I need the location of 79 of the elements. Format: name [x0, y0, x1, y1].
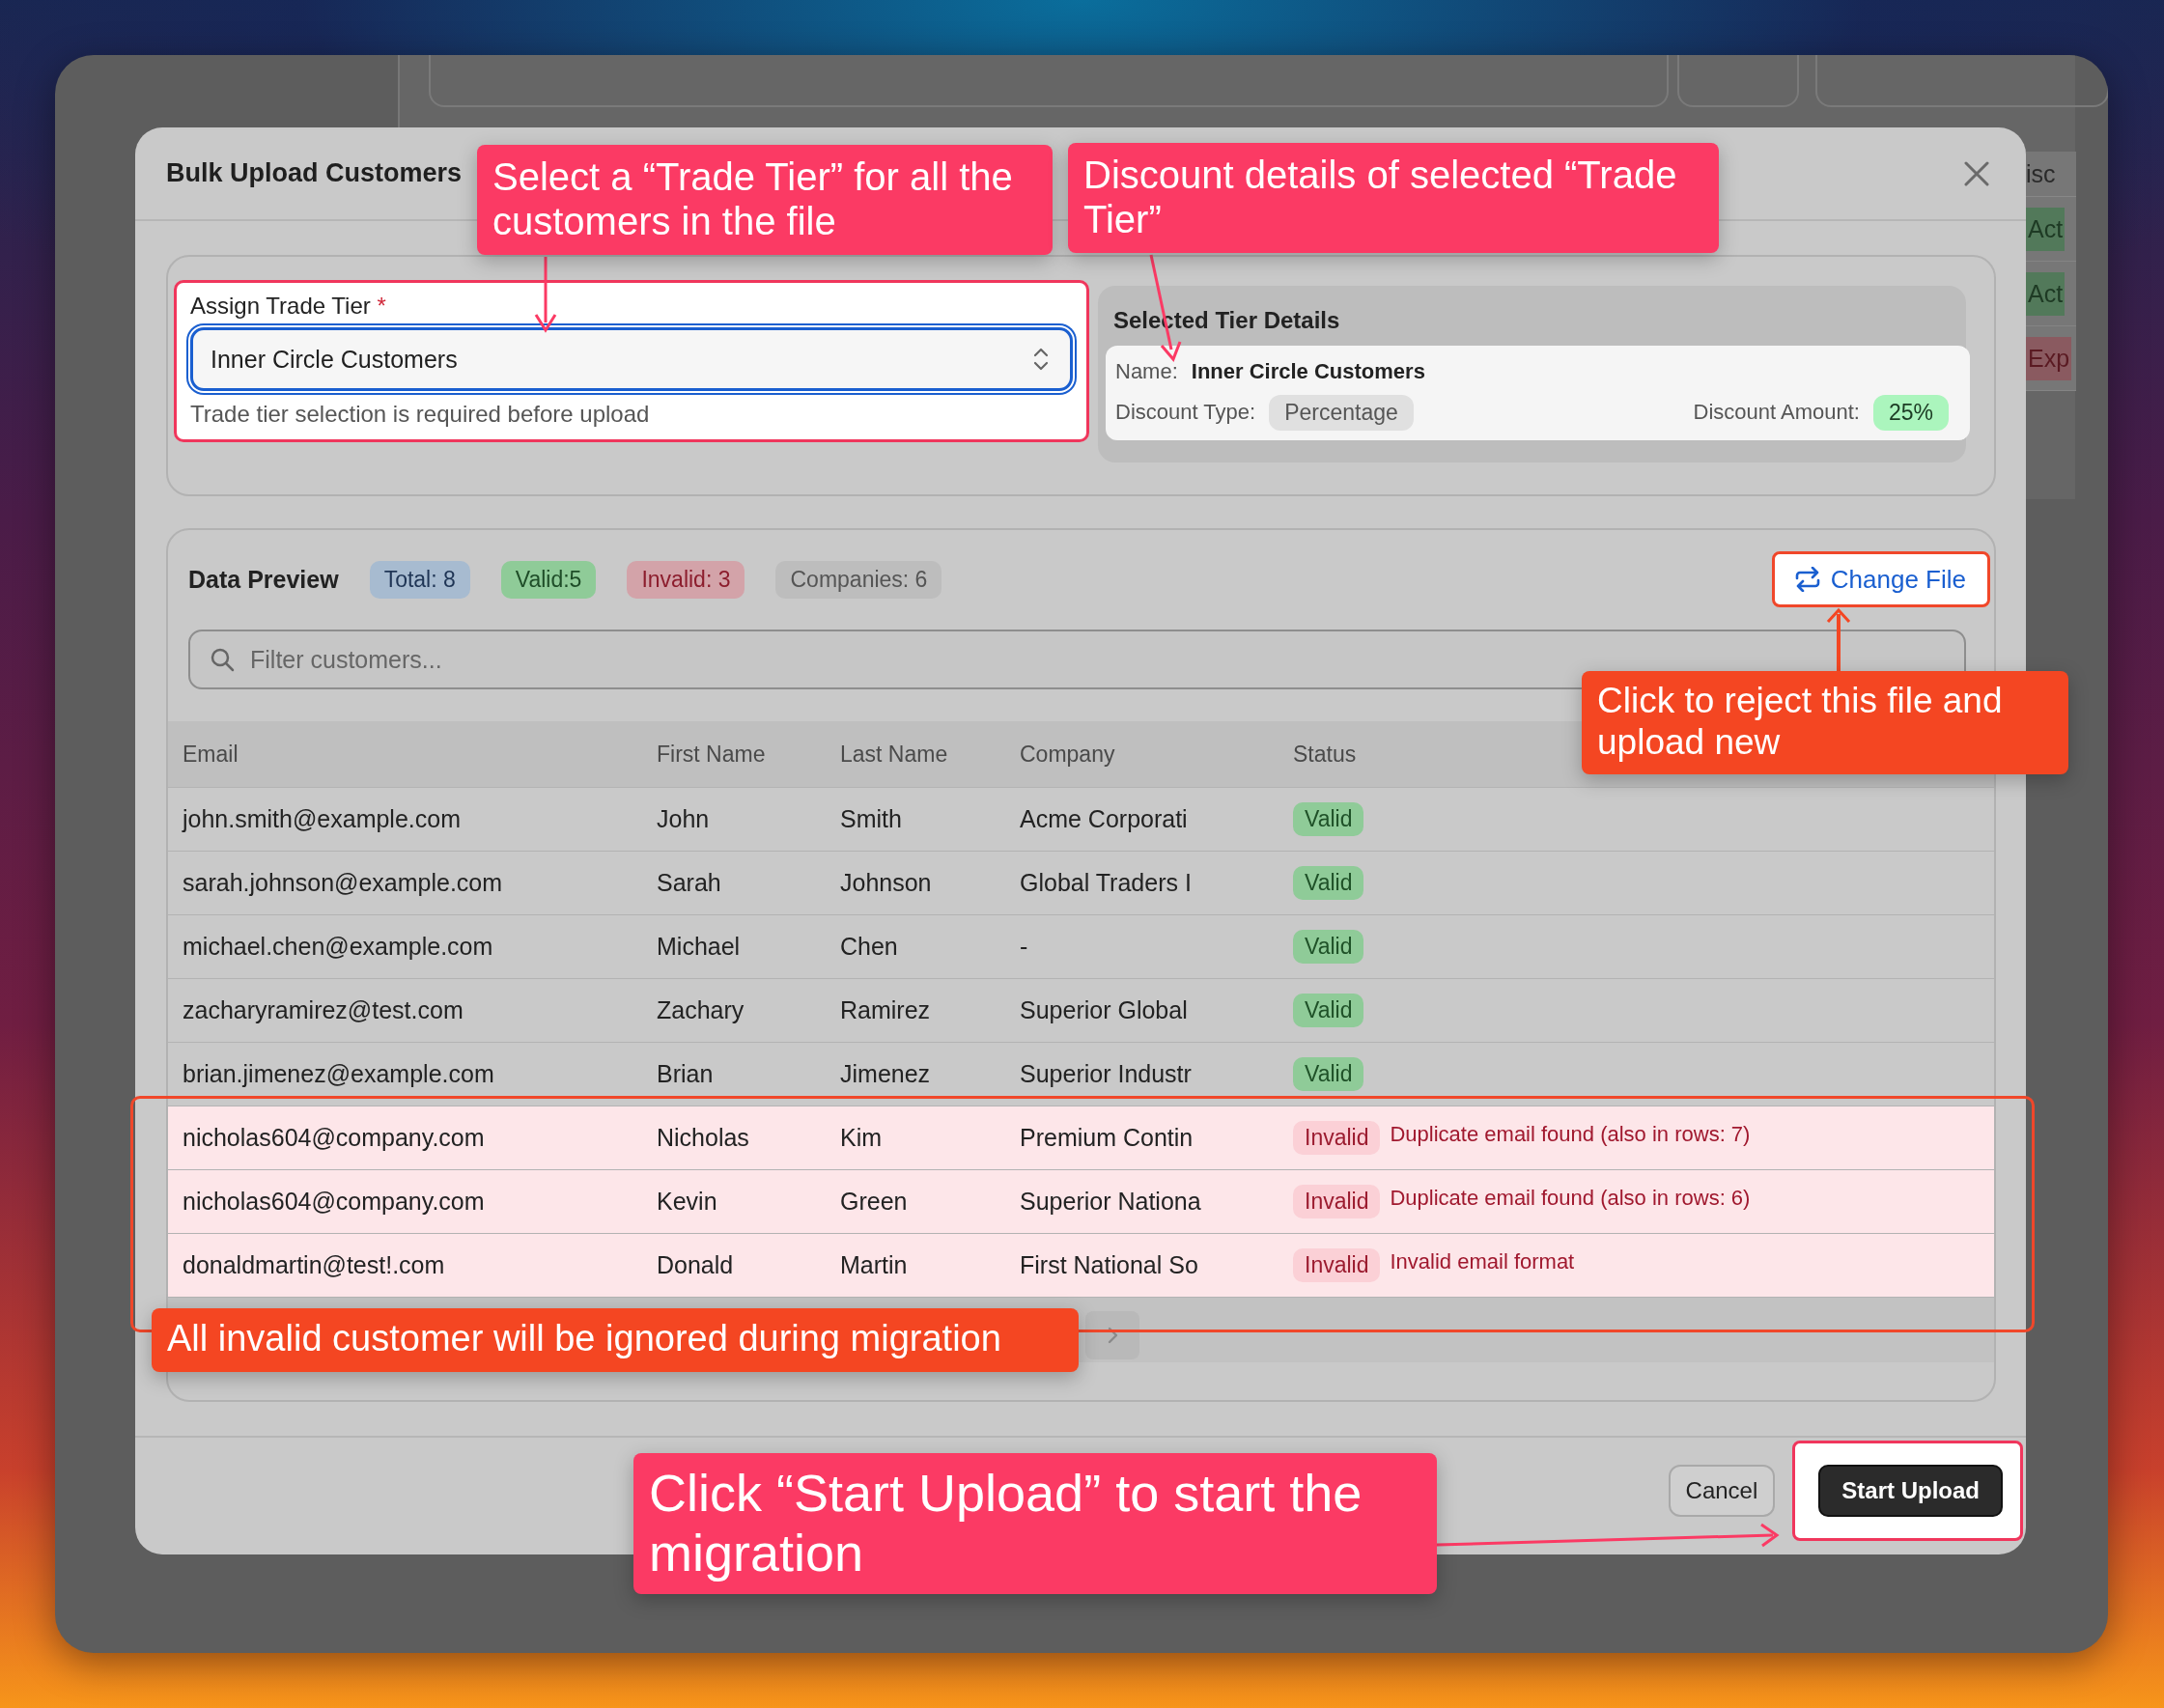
- column-header: Status: [1293, 741, 1357, 768]
- status-tag: Valid: [1293, 1057, 1364, 1091]
- table-cell-text: brian.jimenez@example.com: [182, 1060, 495, 1088]
- table-cell-text: Brian: [657, 1060, 715, 1088]
- callout-tooltip: Click “Start Upload” to start the migration: [633, 1453, 1437, 1595]
- table-cell-text: Johnson: [840, 869, 933, 897]
- up-down-chevron-icon: [1033, 347, 1049, 372]
- field-label: Discount Type:: [1115, 400, 1256, 425]
- table-cell-text: Premium Contin: [1020, 1124, 1194, 1152]
- status-tag: Invalid: [1293, 1248, 1381, 1282]
- table-cell-text: John: [657, 805, 711, 833]
- column-header: Company: [1020, 741, 1115, 768]
- error-message: Duplicate email found (also in rows: 7): [1390, 1121, 1751, 1147]
- field-label: Discount Amount:: [1693, 400, 1860, 425]
- error-message: Invalid email format: [1390, 1248, 1575, 1274]
- table-cell-text: Kim: [840, 1124, 884, 1152]
- search-icon: [210, 647, 235, 672]
- swap-arrows-icon: [1793, 567, 1821, 592]
- count-tag: Invalid: 3: [627, 560, 745, 599]
- table-cell-text: michael.chen@example.com: [182, 933, 494, 961]
- start-upload-button[interactable]: Start Upload: [1818, 1465, 2003, 1517]
- table-cell-text: Smith: [840, 805, 903, 833]
- section-title: Data Preview: [188, 565, 339, 594]
- table-cell-text: Acme Corporati: [1020, 805, 1189, 833]
- field-label: Assign Trade Tier *: [190, 293, 387, 320]
- type-tag: Percentage: [1269, 394, 1414, 431]
- status-tag: Act: [2026, 271, 2066, 316]
- table-cell-text: zacharyramirez@test.com: [182, 996, 464, 1024]
- table-cell-text: Superior Global: [1020, 996, 1189, 1024]
- table-cell-text: Jimenez: [840, 1060, 932, 1088]
- table-cell-text: nicholas604@company.com: [182, 1188, 486, 1216]
- error-message: Duplicate email found (also in rows: 6): [1390, 1185, 1751, 1211]
- table-cell-text: Chen: [840, 933, 899, 961]
- table-cell-text: First National So: [1020, 1251, 1199, 1279]
- table-cell-text: Kevin: [657, 1188, 718, 1216]
- callout-tooltip: All invalid customer will be ignored during migration: [152, 1308, 1079, 1372]
- table-cell-text: -: [1020, 933, 1029, 961]
- status-tag: Valid: [1293, 866, 1364, 900]
- table-cell-text: Global Traders I: [1020, 869, 1193, 897]
- table-cell-text: Ramirez: [840, 996, 932, 1024]
- table-cell-text: Superior Nationa: [1020, 1188, 1202, 1216]
- cancel-button[interactable]: Cancel: [1668, 1465, 1776, 1517]
- callout-tooltip: Click to reject this file and upload new: [1582, 671, 2068, 775]
- status-tag: Exp: [2026, 336, 2072, 380]
- change-file-button[interactable]: Change File: [1771, 551, 1990, 607]
- table-cell-text: Sarah: [657, 869, 722, 897]
- table-cell-text: Nicholas: [657, 1124, 750, 1152]
- column-header: First Name: [657, 741, 766, 768]
- arrow: [1826, 607, 1851, 671]
- field-value: Inner Circle Customers: [1191, 359, 1425, 384]
- dialog-title: Bulk Upload Customers: [166, 158, 463, 188]
- status-tag: Invalid: [1293, 1185, 1381, 1218]
- table-cell-text: Zachary: [657, 996, 745, 1024]
- status-tag: Valid: [1293, 930, 1364, 964]
- amount-tag: 25%: [1872, 394, 1949, 431]
- helper-text: Trade tier selection is required before upload: [190, 401, 651, 428]
- table-cell-text: Donald: [657, 1251, 735, 1279]
- status-tag: Valid: [1293, 802, 1364, 836]
- field-label: Name:: [1115, 359, 1178, 384]
- count-tag: Companies: 6: [775, 560, 942, 599]
- table-cell-text: Michael: [657, 933, 742, 961]
- status-tag: Valid: [1293, 994, 1364, 1027]
- scroll-right-icon[interactable]: [1085, 1311, 1139, 1359]
- callout-tooltip: Select a “Trade Tier” for all the customers in the file: [477, 145, 1053, 255]
- status-tag: Invalid: [1293, 1121, 1381, 1155]
- column-header: Email: [182, 741, 239, 768]
- column-header: Last Name: [840, 741, 948, 768]
- close-icon[interactable]: [1964, 160, 1989, 186]
- table-cell-text: Green: [840, 1188, 909, 1216]
- status-tag: Act: [2026, 207, 2066, 251]
- table-cell-text: nicholas604@company.com: [182, 1124, 486, 1152]
- table-cell-text: sarah.johnson@example.com: [182, 869, 504, 897]
- table-cell-text: Superior Industr: [1020, 1060, 1193, 1088]
- callout-tooltip: Discount details of selected “Trade Tier”: [1068, 143, 1719, 253]
- count-tag: Valid:5: [500, 560, 597, 599]
- count-tag: Total: 8: [369, 560, 470, 599]
- table-cell-text: john.smith@example.com: [181, 805, 462, 833]
- table-cell-text: donaldmartin@test!.com: [182, 1251, 446, 1279]
- table-cell-text: Martin: [840, 1251, 909, 1279]
